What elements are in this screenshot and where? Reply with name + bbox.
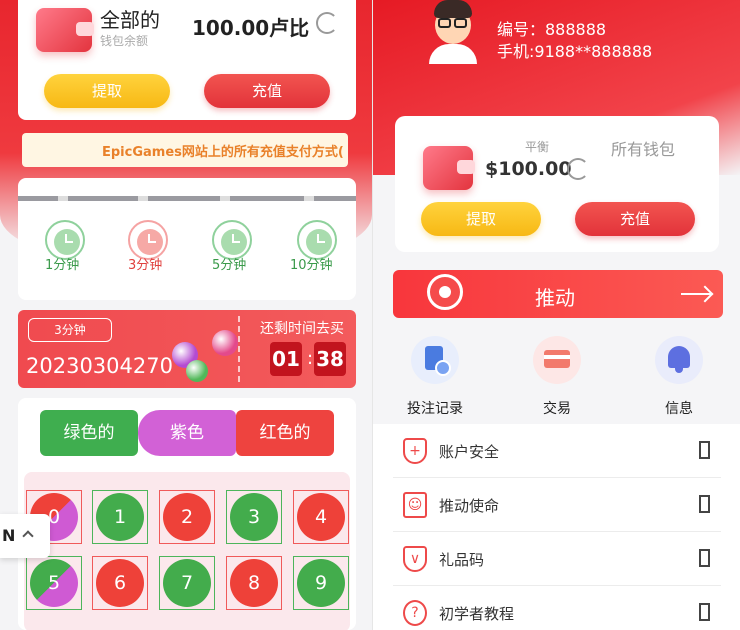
recharge-button[interactable]: 充值 [204, 74, 330, 108]
wallet-icon [36, 8, 94, 52]
quick-action-bet-record[interactable]: 投注记录 [395, 336, 475, 418]
refresh-icon[interactable] [316, 12, 338, 34]
chevron-right-icon [699, 441, 710, 459]
countdown-minutes: 01 [270, 342, 302, 376]
tab-3min[interactable]: 3分钟 [128, 254, 162, 273]
card-divider [238, 316, 240, 382]
round-badge: 3分钟 [28, 318, 112, 342]
app-screen: 全部的 钱包余额 100.00卢比 提取 充值 EpicGames网站上的所有充… [0, 0, 740, 630]
wallet-title: 全部的 [100, 8, 160, 32]
prize-wheel-icon [427, 274, 463, 310]
refresh-icon[interactable] [567, 158, 589, 180]
profile-panel: 编号：888888 手机:9188**888888 平衡 $100.00 所有钱… [372, 0, 740, 630]
number-cell-2[interactable]: 2 [159, 490, 215, 544]
track-divider [220, 196, 230, 201]
number-cell-3[interactable]: 3 [226, 490, 282, 544]
bet-selection-card: 绿色的 紫色 红色的 0 1 2 3 4 5 6 7 8 9 [18, 398, 356, 630]
promotion-banner[interactable]: 推动 [393, 270, 723, 318]
tab-10min[interactable]: 10分钟 [290, 254, 333, 273]
wallet-card: 全部的 钱包余额 100.00卢比 提取 充值 [18, 0, 356, 120]
language-code: N [2, 526, 16, 545]
chevron-up-icon [22, 530, 34, 542]
number-cell-4[interactable]: 4 [293, 490, 349, 544]
red-bet-button[interactable]: 红色的 [236, 410, 334, 456]
number-cell-5[interactable]: 5 [26, 556, 82, 610]
all-wallets-link[interactable]: 所有钱包 [611, 136, 675, 160]
tab-1min[interactable]: 1分钟 [45, 254, 79, 273]
round-number: 20230304270 [26, 354, 173, 378]
game-panel: 全部的 钱包余额 100.00卢比 提取 充值 EpicGames网站上的所有充… [0, 0, 372, 630]
menu-item-promotion-mission[interactable]: ☺ 推动使命 [393, 478, 721, 532]
wallet-icon [423, 146, 475, 190]
promotion-label: 推动 [535, 286, 575, 310]
wallet-subtitle: 钱包余额 [100, 34, 149, 48]
menu-item-gift-code[interactable]: ∨ 礼品码 [393, 532, 721, 586]
withdraw-button[interactable]: 提取 [44, 74, 170, 108]
lottery-balls-illustration [168, 324, 238, 384]
chevron-right-icon [699, 603, 710, 621]
avatar[interactable] [429, 0, 477, 64]
countdown-seconds: 38 [314, 342, 346, 376]
bet-record-icon [411, 336, 459, 384]
arrow-right-icon [681, 293, 711, 295]
quick-action-transaction[interactable]: 交易 [517, 336, 597, 418]
purple-bet-button[interactable]: 紫色 [138, 410, 236, 456]
shield-icon: + [403, 438, 427, 464]
transaction-icon [533, 336, 581, 384]
balance-card: 平衡 $100.00 所有钱包 提取 充值 [395, 116, 719, 252]
announcement-marquee[interactable]: EpicGames网站上的所有充值支付方式( [22, 133, 348, 167]
user-phone: 手机:9188**888888 [497, 42, 653, 61]
track-divider [58, 196, 68, 201]
timer-tabs: 1分钟 3分钟 5分钟 10分钟 [18, 178, 356, 300]
green-bet-button[interactable]: 绿色的 [40, 410, 138, 456]
quick-action-messages[interactable]: 信息 [639, 336, 719, 418]
countdown-colon: : [307, 348, 314, 369]
track-divider [138, 196, 148, 201]
number-cell-9[interactable]: 9 [293, 556, 349, 610]
number-cell-1[interactable]: 1 [92, 490, 148, 544]
chevron-right-icon [699, 549, 710, 567]
track-divider [304, 196, 314, 201]
mission-icon: ☺ [403, 492, 427, 518]
number-cell-7[interactable]: 7 [159, 556, 215, 610]
marquee-text: EpicGames网站上的所有充值支付方式( [102, 145, 344, 160]
wallet-amount: 100.00卢比 [192, 16, 310, 40]
withdraw-button[interactable]: 提取 [421, 202, 541, 236]
settings-menu: + 账户安全 ☺ 推动使命 ∨ 礼品码 ? 初学者教程 [373, 424, 740, 630]
number-grid: 0 1 2 3 4 5 6 7 8 9 [24, 472, 350, 630]
number-cell-6[interactable]: 6 [92, 556, 148, 610]
user-id: 编号：888888 [497, 20, 607, 39]
countdown-label: 还剩时间去买 [260, 321, 344, 337]
balance-label: 平衡 [525, 140, 550, 154]
gift-icon: ∨ [403, 546, 427, 572]
round-card: 3分钟 20230304270 还剩时间去买 01 : 38 [18, 310, 356, 388]
recharge-button[interactable]: 充值 [575, 202, 695, 236]
help-icon: ? [403, 600, 427, 626]
chevron-right-icon [699, 495, 710, 513]
bell-icon [655, 336, 703, 384]
menu-item-beginner-tutorial[interactable]: ? 初学者教程 [393, 586, 721, 630]
number-cell-8[interactable]: 8 [226, 556, 282, 610]
balance-amount: $100.00 [485, 158, 572, 180]
tab-5min[interactable]: 5分钟 [212, 254, 246, 273]
language-selector[interactable]: N [0, 514, 50, 558]
menu-item-account-security[interactable]: + 账户安全 [393, 424, 721, 478]
